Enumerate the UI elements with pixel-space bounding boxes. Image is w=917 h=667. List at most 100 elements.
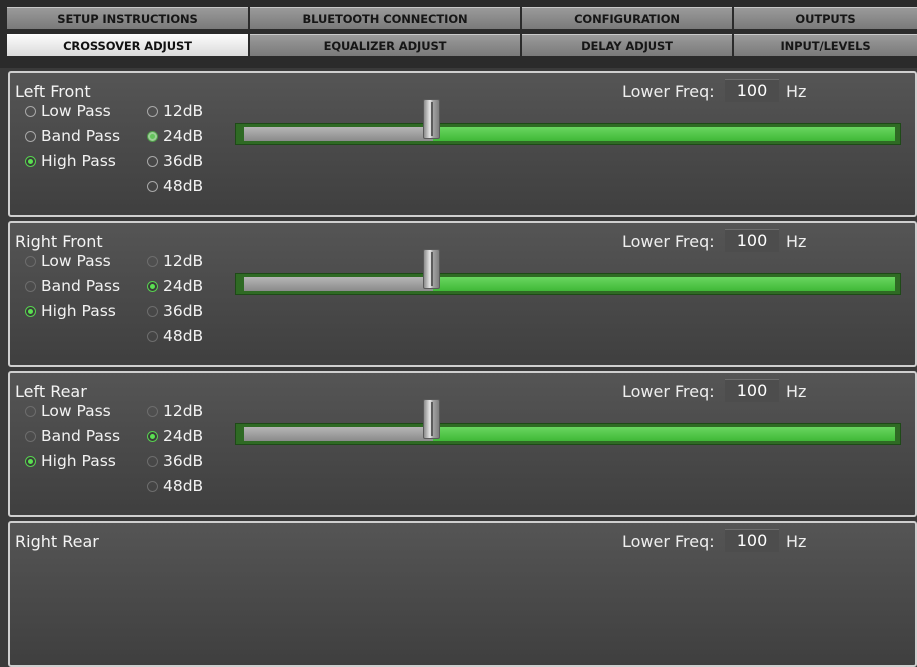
radio-high-pass[interactable]: High Pass [25,302,116,320]
lower-freq-label: Lower Freq: [622,82,715,101]
radio-36db[interactable]: 36dB [147,302,203,320]
tab-row-1: SETUP INSTRUCTIONS BLUETOOTH CONNECTION … [0,7,917,29]
radio-label: 24dB [163,427,204,445]
tab-bluetooth-connection[interactable]: BLUETOOTH CONNECTION [250,7,520,29]
radio-12db[interactable]: 12dB [147,402,203,420]
radio-label: 48dB [163,177,204,195]
radio-label: Band Pass [41,277,121,295]
radio-24db[interactable]: 24dB [147,127,203,145]
radio-48db[interactable]: 48dB [147,477,203,495]
lower-freq-label: Lower Freq: [622,232,715,251]
freq-unit-label: Hz [786,532,807,551]
frequency-slider-thumb[interactable] [423,99,440,139]
radio-high-pass[interactable]: High Pass [25,152,116,170]
radio-circle-icon [147,105,158,117]
tab-row-2: CROSSOVER ADJUST EQUALIZER ADJUST DELAY … [0,34,917,56]
radio-label: 36dB [163,452,204,470]
frequency-slider-thumb[interactable] [423,399,440,439]
radio-label: High Pass [41,452,116,470]
lower-freq-input[interactable]: 100 [725,379,779,402]
slider-empty-portion [244,277,433,291]
frequency-slider-track[interactable] [235,423,901,445]
radio-circle-icon [25,255,36,267]
lower-freq-label: Lower Freq: [622,532,715,551]
radio-label: Band Pass [41,427,121,445]
freq-unit-label: Hz [786,82,807,101]
radio-circle-icon [25,155,36,167]
radio-circle-icon [25,280,36,292]
frequency-slider-track[interactable] [235,123,901,145]
tab-setup-instructions[interactable]: SETUP INSTRUCTIONS [7,7,248,29]
radio-circle-icon [25,430,36,442]
radio-label: 36dB [163,152,204,170]
radio-circle-icon [25,405,36,417]
radio-circle-icon [147,330,158,342]
radio-12db[interactable]: 12dB [147,102,203,120]
radio-24db[interactable]: 24dB [147,427,203,445]
radio-label: 24dB [163,127,204,145]
tab-equalizer-adjust[interactable]: EQUALIZER ADJUST [250,34,520,56]
radio-low-pass[interactable]: Low Pass [25,102,111,120]
radio-circle-icon [25,130,36,142]
channel-name: Left Rear [15,382,87,401]
radio-label: Low Pass [41,252,111,270]
slider-empty-portion [244,427,433,441]
radio-36db[interactable]: 36dB [147,152,203,170]
tab-outputs[interactable]: OUTPUTS [734,7,917,29]
radio-label: Band Pass [41,127,121,145]
radio-circle-icon [147,180,158,192]
radio-band-pass[interactable]: Band Pass [25,277,120,295]
channel-panel-left-rear: Left Rear Lower Freq: 100 Hz Low Pass Ba… [8,371,917,517]
radio-48db[interactable]: 48dB [147,327,203,345]
tab-delay-adjust[interactable]: DELAY ADJUST [522,34,732,56]
radio-circle-icon [147,430,158,442]
channel-panel-right-rear: Right Rear Lower Freq: 100 Hz [8,521,917,667]
channel-panel-left-front: Left Front Lower Freq: 100 Hz Low Pass B… [8,71,917,217]
radio-low-pass[interactable]: Low Pass [25,402,111,420]
channel-name: Right Front [15,232,103,251]
radio-24db[interactable]: 24dB [147,277,203,295]
slider-fill [433,277,895,291]
radio-12db[interactable]: 12dB [147,252,203,270]
radio-circle-icon [147,155,158,167]
radio-label: Low Pass [41,102,111,120]
radio-label: 48dB [163,477,204,495]
radio-label: High Pass [41,302,116,320]
radio-label: 12dB [163,102,204,120]
tab-input-levels[interactable]: INPUT/LEVELS [734,34,917,56]
radio-circle-icon [147,480,158,492]
radio-circle-icon [147,280,158,292]
radio-48db[interactable]: 48dB [147,177,203,195]
freq-unit-label: Hz [786,382,807,401]
frequency-slider-thumb[interactable] [423,249,440,289]
slider-fill [433,427,895,441]
tab-crossover-adjust[interactable]: CROSSOVER ADJUST [7,34,248,56]
lower-freq-label: Lower Freq: [622,382,715,401]
channel-panel-right-front: Right Front Lower Freq: 100 Hz Low Pass … [8,221,917,367]
radio-circle-icon [147,305,158,317]
radio-circle-icon [25,105,36,117]
radio-circle-icon [25,455,36,467]
channel-name: Right Rear [15,532,99,551]
radio-circle-icon [25,305,36,317]
radio-circle-icon [147,455,158,467]
tab-configuration[interactable]: CONFIGURATION [522,7,732,29]
lower-freq-input[interactable]: 100 [725,229,779,252]
frequency-slider-track[interactable] [235,273,901,295]
radio-label: 24dB [163,277,204,295]
tab-bar: SETUP INSTRUCTIONS BLUETOOTH CONNECTION … [0,0,917,68]
radio-label: Low Pass [41,402,111,420]
radio-label: High Pass [41,152,116,170]
lower-freq-input[interactable]: 100 [725,529,779,552]
radio-high-pass[interactable]: High Pass [25,452,116,470]
radio-low-pass[interactable]: Low Pass [25,252,111,270]
radio-band-pass[interactable]: Band Pass [25,427,120,445]
slider-empty-portion [244,127,433,141]
radio-circle-icon [147,405,158,417]
radio-band-pass[interactable]: Band Pass [25,127,120,145]
channel-name: Left Front [15,82,91,101]
radio-label: 36dB [163,302,204,320]
lower-freq-input[interactable]: 100 [725,79,779,102]
radio-circle-icon [147,255,158,267]
radio-36db[interactable]: 36dB [147,452,203,470]
